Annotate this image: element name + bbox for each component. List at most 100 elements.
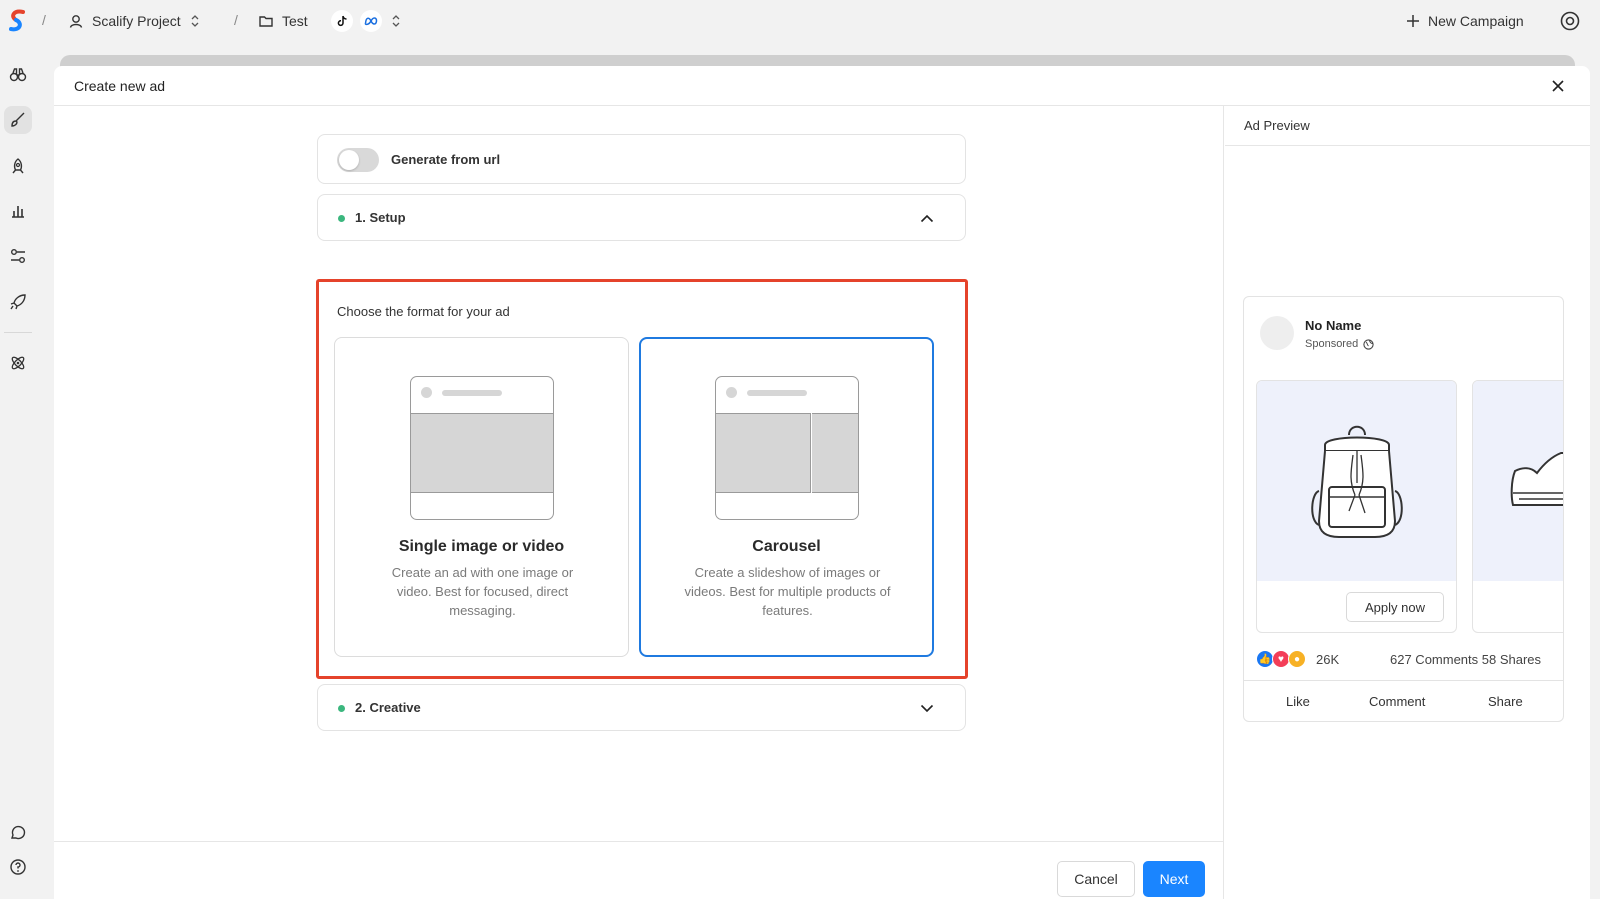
avatar	[1260, 316, 1294, 350]
nav-launch[interactable]	[4, 152, 32, 180]
ad-preview-post: No Name Sponsored Apply now 👍 ♥ ● 26K 62…	[1243, 296, 1564, 722]
breadcrumb-separator: /	[234, 12, 238, 28]
new-campaign-label: New Campaign	[1428, 13, 1524, 29]
modal-header: Create new ad	[54, 66, 1590, 106]
format-option-description: Create an ad with one image or video. Be…	[391, 565, 574, 618]
meta-icon	[364, 17, 378, 26]
new-campaign-button[interactable]: New Campaign	[1406, 10, 1524, 32]
format-prompt: Choose the format for your ad	[337, 304, 510, 319]
chevron-up-icon	[920, 214, 934, 222]
toggle-knob	[339, 150, 359, 170]
modal-footer: Cancel Next	[54, 841, 1224, 899]
generate-from-url-toggle[interactable]	[337, 148, 379, 172]
nav-integrations[interactable]	[4, 349, 32, 377]
carousel-card[interactable]: Apply now	[1256, 380, 1457, 633]
mock-image	[411, 413, 553, 493]
reaction-icons: 👍 ♥ ●	[1256, 650, 1306, 668]
backpack-icon	[1311, 425, 1403, 538]
brush-icon	[11, 112, 25, 127]
preview-header: Ad Preview	[1225, 106, 1590, 146]
close-icon	[1552, 80, 1564, 92]
page-name: No Name	[1305, 318, 1362, 333]
mock-image-next	[812, 413, 858, 493]
tiktok-platform[interactable]	[331, 10, 353, 32]
scalify-logo-icon[interactable]	[8, 9, 26, 33]
left-nav-rail	[0, 42, 54, 899]
format-option-description: Create a slideshow of images or videos. …	[684, 565, 891, 618]
updown-icon[interactable]	[390, 14, 402, 28]
expand-creative-button[interactable]	[917, 698, 937, 718]
share-action[interactable]: Share	[1488, 694, 1523, 709]
cancel-button[interactable]: Cancel	[1057, 861, 1135, 897]
creative-section-header[interactable]: 2. Creative	[317, 684, 966, 731]
atom-icon	[11, 356, 25, 370]
format-option-carousel[interactable]: Carousel Create a slideshow of images or…	[639, 337, 934, 657]
generate-from-url-card: Generate from url	[317, 134, 966, 184]
status-dot	[338, 705, 345, 712]
chart-icon	[12, 206, 24, 218]
rail-divider	[4, 332, 32, 333]
top-bar: / Scalify Project / Test New Campaign	[0, 0, 1600, 42]
project-selector[interactable]: Scalify Project	[68, 10, 201, 32]
mock-text	[747, 390, 807, 396]
folder-selector[interactable]: Test	[258, 10, 308, 32]
format-selection-panel: Choose the format for your ad Single ima…	[316, 279, 968, 679]
launch-icon	[10, 294, 26, 310]
post-divider	[1244, 680, 1563, 681]
format-option-single[interactable]: Single image or video Create an ad with …	[334, 337, 629, 657]
modal-form-area: Generate from url 1. Setup Choose the fo…	[54, 106, 1224, 899]
nav-help[interactable]	[4, 853, 32, 881]
preview-title: Ad Preview	[1244, 118, 1310, 133]
create-ad-modal: Create new ad Generate from url 1. Setup…	[54, 66, 1590, 899]
rocket-icon	[12, 158, 24, 174]
wow-reaction-icon: ●	[1288, 650, 1306, 668]
single-image-illustration	[410, 376, 554, 520]
sliders-icon	[11, 249, 25, 263]
nav-analytics[interactable]	[4, 197, 32, 225]
mock-avatar	[421, 387, 432, 398]
project-name: Scalify Project	[92, 13, 181, 29]
reaction-count: 26K	[1316, 652, 1340, 667]
mock-text	[442, 390, 502, 396]
format-option-title: Carousel	[752, 538, 821, 555]
next-button[interactable]: Next	[1143, 861, 1205, 897]
help-icon	[10, 859, 26, 875]
close-button[interactable]	[1548, 76, 1568, 96]
breadcrumb-separator: /	[42, 12, 46, 28]
comment-action[interactable]: Comment	[1369, 694, 1425, 709]
meta-platform[interactable]	[360, 10, 382, 32]
folder-icon	[259, 16, 273, 27]
setup-section-header[interactable]: 1. Setup	[317, 194, 966, 241]
tiktok-icon	[337, 15, 347, 27]
nav-automation[interactable]	[4, 242, 32, 270]
collapse-setup-button[interactable]	[917, 208, 937, 228]
engagement-stats: 627 Comments 58 Shares	[1390, 652, 1542, 667]
creative-section-label: 2. Creative	[355, 700, 421, 715]
settings-icon[interactable]	[1558, 9, 1582, 33]
generate-from-url-label: Generate from url	[391, 152, 501, 167]
nav-chat[interactable]	[4, 819, 32, 847]
sponsored-label: Sponsored	[1305, 338, 1374, 350]
setup-section-label: 1. Setup	[355, 210, 406, 225]
ad-preview-panel: Ad Preview No Name Sponsored Apply now 👍…	[1225, 106, 1590, 899]
carousel-illustration	[715, 376, 859, 520]
carousel-card-next[interactable]	[1472, 380, 1563, 633]
apply-now-button[interactable]: Apply now	[1346, 592, 1444, 622]
chevron-down-icon	[920, 704, 934, 712]
nav-campaigns[interactable]	[4, 288, 32, 316]
mock-image	[716, 413, 811, 493]
nav-explore[interactable]	[4, 61, 32, 89]
updown-icon	[191, 15, 199, 27]
folder-name: Test	[282, 13, 308, 29]
carousel-image	[1473, 381, 1563, 581]
status-dot	[338, 215, 345, 222]
nav-create[interactable]	[4, 106, 32, 134]
chat-icon	[11, 825, 26, 840]
plus-icon	[1407, 15, 1419, 27]
shoe-icon	[1510, 452, 1563, 506]
modal-title: Create new ad	[74, 78, 166, 94]
globe-icon	[1363, 338, 1374, 350]
like-action[interactable]: Like	[1286, 694, 1310, 709]
format-option-title: Single image or video	[398, 538, 565, 555]
user-icon	[69, 15, 83, 28]
